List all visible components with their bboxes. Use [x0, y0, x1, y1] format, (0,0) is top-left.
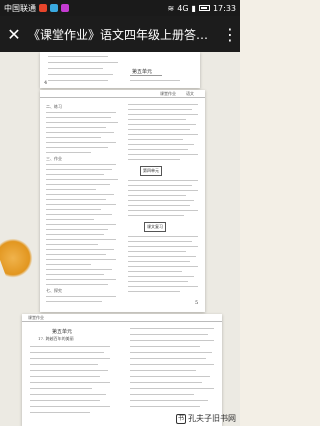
signal-icon: ▮ — [191, 3, 196, 13]
document-page: 课堂作业 第五单元 17. 跨越百年的美丽 — [22, 314, 222, 426]
clock: 17:33 — [212, 3, 236, 13]
page-number: 5 — [195, 300, 199, 306]
page-header — [22, 314, 222, 322]
network-type: 4G — [177, 3, 189, 13]
document-title: 《课堂作业》语文四年级上册答… — [28, 27, 209, 42]
lesson-title: 17. 跨越百年的美丽 — [38, 336, 74, 341]
unit-box: 第四单元 — [140, 166, 162, 176]
title-bar: ✕ 《课堂作业》语文四年级上册答… ⋮ — [0, 16, 240, 52]
document-viewer[interactable]: 第五单元 4 课堂作业 语文 二、练习 三、作业 七、探究 第四单元 课文复习 … — [0, 52, 240, 426]
carrier-label: 中国联通 — [4, 3, 36, 13]
unit-label: 第五单元 — [52, 329, 73, 335]
battery-icon — [198, 5, 210, 11]
section-heading: 二、练习 — [46, 104, 62, 109]
close-icon[interactable]: ✕ — [0, 25, 28, 44]
review-box-label: 课文复习 — [147, 224, 163, 229]
wifi-icon: ≋ — [167, 3, 175, 13]
app-notification-icon — [61, 4, 69, 12]
autumn-leaf-decoration — [0, 232, 38, 282]
unit-label: 第五单元 — [132, 69, 153, 75]
message-notification-icon — [50, 4, 58, 12]
grade-label: 语文 — [186, 91, 194, 96]
status-bar: 中国联通 ≋ 4G ▮ 17:33 — [0, 0, 240, 16]
header-label: 课堂作业 — [28, 315, 44, 320]
book-icon: 书 — [176, 413, 186, 424]
page-header — [40, 90, 205, 98]
document-page: 课堂作业 语文 二、练习 三、作业 七、探究 第四单元 课文复习 5 — [40, 90, 205, 312]
document-page: 第五单元 4 — [40, 52, 200, 88]
header-label: 课堂作业 — [160, 91, 176, 96]
watermark: 书 孔夫子旧书网 — [176, 413, 236, 424]
review-box: 课文复习 — [144, 222, 166, 232]
section-heading: 七、探究 — [46, 288, 62, 293]
unit-box-label: 第四单元 — [143, 168, 159, 173]
section-heading: 三、作业 — [46, 156, 62, 161]
more-options-icon[interactable]: ⋮ — [220, 25, 240, 44]
watermark-text: 孔夫子旧书网 — [188, 414, 236, 423]
page-number: 4 — [44, 80, 48, 86]
app-notification-icon — [39, 4, 47, 12]
